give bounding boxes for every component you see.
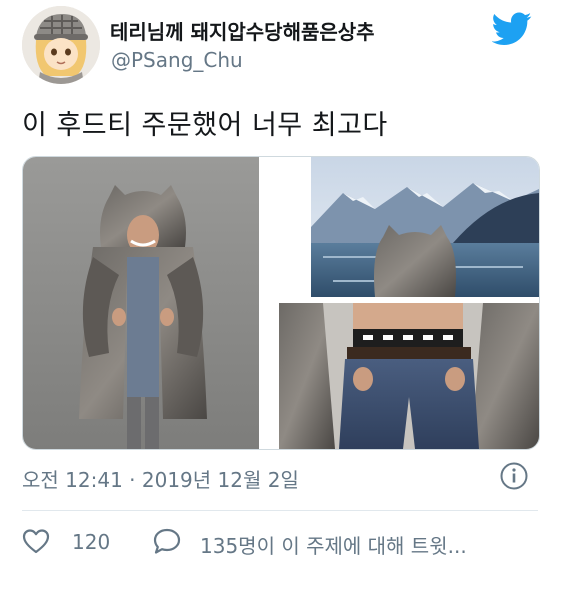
mountain-lake-wolf-hood-photo[interactable] (311, 157, 539, 297)
display-name[interactable]: 테리님께 돼지압수당해품은상추 (110, 16, 375, 45)
info-icon[interactable] (499, 461, 529, 491)
heart-icon[interactable] (22, 528, 50, 554)
reply-topic-link[interactable]: 135명이 이 주제에 대해 트윗... (200, 530, 467, 559)
divider (22, 510, 538, 511)
user-handle[interactable]: @PSang_Chu (111, 48, 243, 72)
tweet-media[interactable] (22, 156, 540, 450)
reply-bubble-icon[interactable] (152, 527, 182, 555)
tweet-timestamp[interactable]: 오전 12:41 · 2019년 12월 2일 (22, 464, 299, 493)
avatar[interactable] (22, 6, 100, 84)
wolf-fur-coat-photo[interactable] (23, 157, 259, 449)
tweet-text: 이 후드티 주문했어 너무 최고다 (22, 110, 388, 141)
twitter-bird-icon[interactable] (491, 12, 532, 46)
avatar-icon (22, 6, 100, 84)
fur-coat-jeans-photo[interactable] (279, 303, 539, 449)
like-count: 120 (72, 530, 111, 554)
